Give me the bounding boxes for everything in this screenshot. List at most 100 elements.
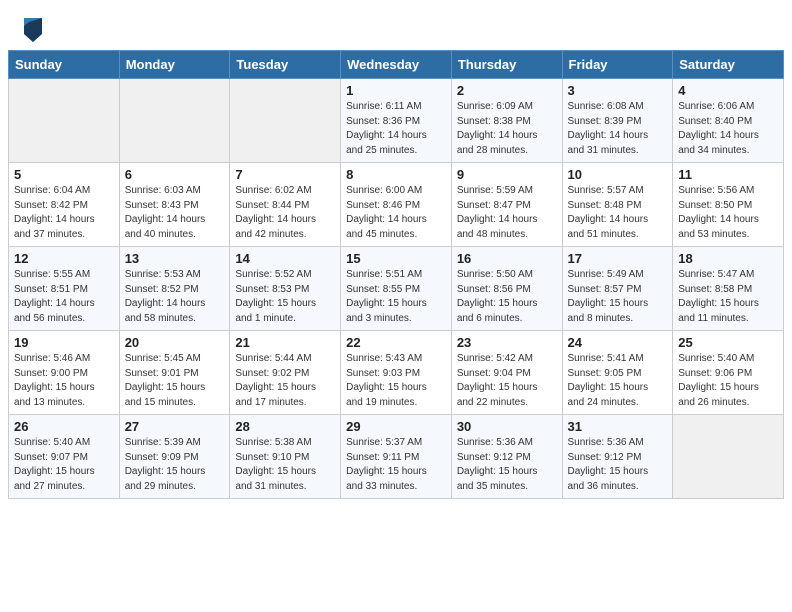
day-info: Sunrise: 6:02 AM Sunset: 8:44 PM Dayligh… — [235, 184, 335, 242]
day-number: 10 — [568, 167, 668, 182]
day-number: 26 — [14, 419, 114, 434]
day-info: Sunrise: 5:44 AM Sunset: 9:02 PM Dayligh… — [235, 352, 335, 410]
calendar-cell: 31 Sunrise: 5:36 AM Sunset: 9:12 PM Dayli… — [562, 415, 673, 499]
week-row-4: 19 Sunrise: 5:46 AM Sunset: 9:00 PM Dayli… — [9, 331, 784, 415]
calendar-cell: 25 Sunrise: 5:40 AM Sunset: 9:06 PM Dayli… — [673, 331, 784, 415]
day-number: 11 — [678, 167, 778, 182]
day-info: Sunrise: 5:42 AM Sunset: 9:04 PM Dayligh… — [457, 352, 557, 410]
calendar-cell: 26Sunrise: 5:40 AM Sunset: 9:07 PM Dayli… — [9, 415, 120, 499]
calendar-cell — [119, 79, 230, 163]
day-info: Sunrise: 5:43 AM Sunset: 9:03 PM Dayligh… — [346, 352, 446, 410]
weekday-header-sunday: Sunday — [9, 51, 120, 79]
day-info: Sunrise: 5:38 AM Sunset: 9:10 PM Dayligh… — [235, 436, 335, 494]
calendar-wrapper: SundayMondayTuesdayWednesdayThursdayFrid… — [0, 50, 792, 507]
day-number: 31 — [568, 419, 668, 434]
day-info: Sunrise: 5:46 AM Sunset: 9:00 PM Dayligh… — [14, 352, 114, 410]
day-info: Sunrise: 5:53 AM Sunset: 8:52 PM Dayligh… — [125, 268, 225, 326]
calendar-cell: 29Sunrise: 5:37 AM Sunset: 9:11 PM Dayli… — [341, 415, 452, 499]
calendar-cell — [230, 79, 341, 163]
day-number: 22 — [346, 335, 446, 350]
day-info: Sunrise: 5:52 AM Sunset: 8:53 PM Dayligh… — [235, 268, 335, 326]
day-info: Sunrise: 5:59 AM Sunset: 8:47 PM Dayligh… — [457, 184, 557, 242]
logo-icon — [24, 18, 42, 42]
day-number: 16 — [457, 251, 557, 266]
day-info: Sunrise: 5:56 AM Sunset: 8:50 PM Dayligh… — [678, 184, 778, 242]
calendar-cell: 5 Sunrise: 6:04 AM Sunset: 8:42 PM Daylig… — [9, 163, 120, 247]
page-header — [0, 0, 792, 50]
weekday-header-row: SundayMondayTuesdayWednesdayThursdayFrid… — [9, 51, 784, 79]
weekday-header-saturday: Saturday — [673, 51, 784, 79]
day-number: 20 — [125, 335, 225, 350]
calendar-cell: 21 Sunrise: 5:44 AM Sunset: 9:02 PM Dayli… — [230, 331, 341, 415]
day-info: Sunrise: 5:49 AM Sunset: 8:57 PM Dayligh… — [568, 268, 668, 326]
day-number: 5 — [14, 167, 114, 182]
calendar-cell: 18 Sunrise: 5:47 AM Sunset: 8:58 PM Dayli… — [673, 247, 784, 331]
day-info: Sunrise: 6:00 AM Sunset: 8:46 PM Dayligh… — [346, 184, 446, 242]
weekday-header-monday: Monday — [119, 51, 230, 79]
calendar-cell: 24 Sunrise: 5:41 AM Sunset: 9:05 PM Dayli… — [562, 331, 673, 415]
day-info: Sunrise: 5:45 AM Sunset: 9:01 PM Dayligh… — [125, 352, 225, 410]
day-number: 28 — [235, 419, 335, 434]
day-number: 3 — [568, 83, 668, 98]
calendar-cell: 28 Sunrise: 5:38 AM Sunset: 9:10 PM Dayli… — [230, 415, 341, 499]
day-number: 1 — [346, 83, 446, 98]
day-number: 8 — [346, 167, 446, 182]
day-number: 4 — [678, 83, 778, 98]
calendar-cell: 15Sunrise: 5:51 AM Sunset: 8:55 PM Dayli… — [341, 247, 452, 331]
calendar-cell: 30 Sunrise: 5:36 AM Sunset: 9:12 PM Dayli… — [451, 415, 562, 499]
calendar-cell — [9, 79, 120, 163]
weekday-header-thursday: Thursday — [451, 51, 562, 79]
day-number: 29 — [346, 419, 446, 434]
day-number: 19 — [14, 335, 114, 350]
weekday-header-friday: Friday — [562, 51, 673, 79]
day-info: Sunrise: 5:51 AM Sunset: 8:55 PM Dayligh… — [346, 268, 446, 326]
day-info: Sunrise: 6:09 AM Sunset: 8:38 PM Dayligh… — [457, 100, 557, 158]
day-info: Sunrise: 5:36 AM Sunset: 9:12 PM Dayligh… — [457, 436, 557, 494]
calendar-cell: 14 Sunrise: 5:52 AM Sunset: 8:53 PM Dayli… — [230, 247, 341, 331]
day-info: Sunrise: 6:06 AM Sunset: 8:40 PM Dayligh… — [678, 100, 778, 158]
week-row-3: 12 Sunrise: 5:55 AM Sunset: 8:51 PM Dayli… — [9, 247, 784, 331]
day-number: 2 — [457, 83, 557, 98]
calendar-cell: 6 Sunrise: 6:03 AM Sunset: 8:43 PM Daylig… — [119, 163, 230, 247]
calendar-cell — [673, 415, 784, 499]
day-number: 23 — [457, 335, 557, 350]
week-row-1: 1Sunrise: 6:11 AM Sunset: 8:36 PM Daylig… — [9, 79, 784, 163]
day-number: 14 — [235, 251, 335, 266]
day-number: 25 — [678, 335, 778, 350]
day-number: 9 — [457, 167, 557, 182]
calendar-cell: 17 Sunrise: 5:49 AM Sunset: 8:57 PM Dayli… — [562, 247, 673, 331]
day-info: Sunrise: 5:41 AM Sunset: 9:05 PM Dayligh… — [568, 352, 668, 410]
day-number: 24 — [568, 335, 668, 350]
calendar-cell: 9 Sunrise: 5:59 AM Sunset: 8:47 PM Daylig… — [451, 163, 562, 247]
day-info: Sunrise: 5:50 AM Sunset: 8:56 PM Dayligh… — [457, 268, 557, 326]
day-number: 6 — [125, 167, 225, 182]
calendar-cell: 12 Sunrise: 5:55 AM Sunset: 8:51 PM Dayli… — [9, 247, 120, 331]
calendar-cell: 20 Sunrise: 5:45 AM Sunset: 9:01 PM Dayli… — [119, 331, 230, 415]
calendar-cell: 1Sunrise: 6:11 AM Sunset: 8:36 PM Daylig… — [341, 79, 452, 163]
day-number: 18 — [678, 251, 778, 266]
day-number: 7 — [235, 167, 335, 182]
calendar-cell: 4 Sunrise: 6:06 AM Sunset: 8:40 PM Daylig… — [673, 79, 784, 163]
day-info: Sunrise: 5:40 AM Sunset: 9:06 PM Dayligh… — [678, 352, 778, 410]
day-info: Sunrise: 6:04 AM Sunset: 8:42 PM Dayligh… — [14, 184, 114, 242]
day-number: 27 — [125, 419, 225, 434]
calendar-cell: 8 Sunrise: 6:00 AM Sunset: 8:46 PM Daylig… — [341, 163, 452, 247]
day-info: Sunrise: 5:36 AM Sunset: 9:12 PM Dayligh… — [568, 436, 668, 494]
day-info: Sunrise: 6:03 AM Sunset: 8:43 PM Dayligh… — [125, 184, 225, 242]
calendar-cell: 3Sunrise: 6:08 AM Sunset: 8:39 PM Daylig… — [562, 79, 673, 163]
day-number: 17 — [568, 251, 668, 266]
calendar-cell: 23 Sunrise: 5:42 AM Sunset: 9:04 PM Dayli… — [451, 331, 562, 415]
day-number: 30 — [457, 419, 557, 434]
day-info: Sunrise: 5:47 AM Sunset: 8:58 PM Dayligh… — [678, 268, 778, 326]
day-info: Sunrise: 5:55 AM Sunset: 8:51 PM Dayligh… — [14, 268, 114, 326]
calendar-cell: 22 Sunrise: 5:43 AM Sunset: 9:03 PM Dayli… — [341, 331, 452, 415]
calendar-cell: 27Sunrise: 5:39 AM Sunset: 9:09 PM Dayli… — [119, 415, 230, 499]
calendar-cell: 11 Sunrise: 5:56 AM Sunset: 8:50 PM Dayli… — [673, 163, 784, 247]
day-number: 21 — [235, 335, 335, 350]
calendar-cell: 2 Sunrise: 6:09 AM Sunset: 8:38 PM Daylig… — [451, 79, 562, 163]
calendar-cell: 7 Sunrise: 6:02 AM Sunset: 8:44 PM Daylig… — [230, 163, 341, 247]
calendar-cell: 16 Sunrise: 5:50 AM Sunset: 8:56 PM Dayli… — [451, 247, 562, 331]
day-number: 12 — [14, 251, 114, 266]
week-row-2: 5 Sunrise: 6:04 AM Sunset: 8:42 PM Daylig… — [9, 163, 784, 247]
calendar-table: SundayMondayTuesdayWednesdayThursdayFrid… — [8, 50, 784, 499]
